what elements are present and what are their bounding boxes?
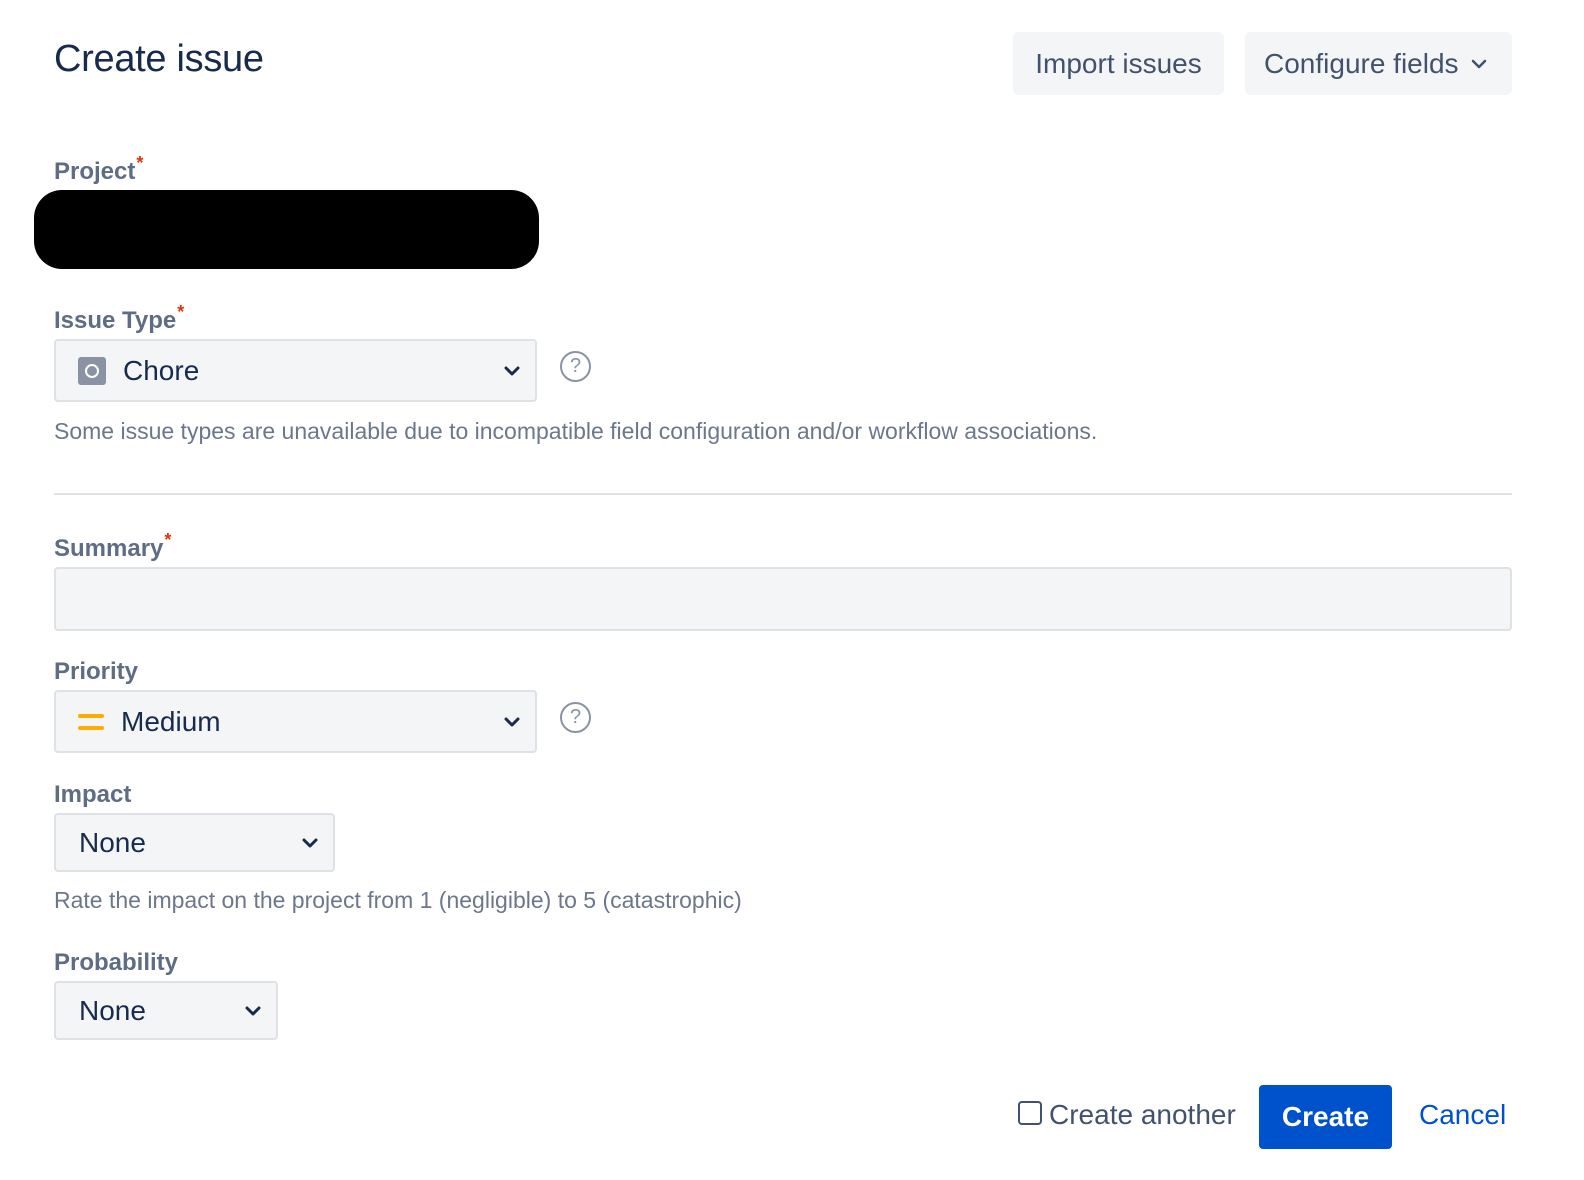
chevron-down-icon [503, 365, 521, 377]
dialog-title: Create issue [54, 38, 264, 80]
chore-icon [78, 356, 106, 385]
chevron-down-icon [1471, 58, 1487, 70]
project-select-redacted[interactable] [34, 190, 539, 269]
required-marker: * [164, 530, 172, 550]
create-another-label[interactable]: Create another [1049, 1099, 1236, 1131]
required-marker: * [136, 153, 144, 173]
priority-medium-icon [78, 712, 104, 732]
summary-label: Summary* [54, 530, 171, 563]
issue-type-label: Issue Type* [54, 302, 184, 335]
priority-select[interactable]: Medium [54, 690, 537, 753]
divider [54, 493, 1512, 495]
probability-value: None [79, 994, 146, 1026]
help-icon[interactable]: ? [560, 351, 591, 382]
project-label: Project* [54, 153, 143, 186]
configure-fields-button[interactable]: Configure fields [1245, 32, 1512, 95]
impact-select[interactable]: None [54, 813, 335, 872]
impact-value: None [79, 826, 146, 858]
issue-type-value: Chore [123, 354, 200, 386]
cancel-button[interactable]: Cancel [1419, 1099, 1506, 1131]
issue-type-label-text: Issue Type [54, 307, 177, 334]
create-another-checkbox[interactable] [1018, 1101, 1042, 1125]
chevron-down-icon [301, 837, 319, 849]
priority-label: Priority [54, 658, 139, 685]
help-icon[interactable]: ? [560, 702, 591, 733]
chevron-down-icon [244, 1005, 262, 1017]
create-button[interactable]: Create [1259, 1085, 1392, 1149]
impact-label: Impact [54, 781, 132, 808]
configure-fields-label: Configure fields [1264, 47, 1459, 79]
summary-input[interactable] [54, 567, 1512, 631]
summary-label-text: Summary [54, 535, 164, 562]
probability-label: Probability [54, 949, 179, 976]
chevron-down-icon [503, 716, 521, 728]
priority-value: Medium [121, 705, 221, 737]
import-issues-button[interactable]: Import issues [1013, 32, 1224, 95]
impact-note: Rate the impact on the project from 1 (n… [54, 887, 742, 913]
probability-select[interactable]: None [54, 981, 278, 1040]
required-marker: * [177, 302, 185, 322]
issue-type-note: Some issue types are unavailable due to … [54, 418, 1098, 444]
issue-type-select[interactable]: Chore [54, 339, 537, 402]
project-label-text: Project [54, 158, 136, 185]
